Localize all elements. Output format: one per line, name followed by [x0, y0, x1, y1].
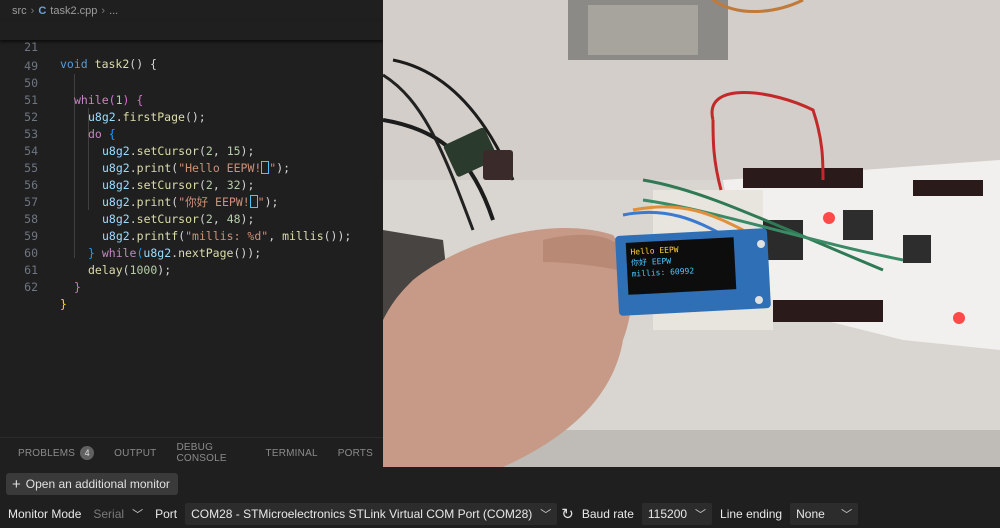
chevron-right-icon: ›	[101, 5, 106, 17]
tab-terminal[interactable]: TERMINAL	[256, 438, 328, 468]
code-line[interactable]: 54 u8g2.print("Hello EEPW! ");	[0, 126, 383, 175]
tab-problems[interactable]: PROBLEMS 4	[0, 438, 104, 468]
code-line[interactable]: 56 u8g2.print("你好 EEPW! ");	[0, 160, 383, 209]
code-text: () {	[129, 57, 157, 71]
code-line[interactable]: 49	[0, 41, 383, 73]
port-select[interactable]: COM28 - STMicroelectronics STLink Virtua…	[185, 503, 558, 525]
select-value: None	[796, 507, 825, 521]
code-line[interactable]: 57 u8g2.setCursor(2, 48);	[0, 177, 383, 226]
chevron-down-icon: ﹀	[540, 509, 552, 521]
button-label: Open an additional monitor	[25, 477, 170, 491]
baud-rate-label: Baud rate	[581, 507, 634, 521]
problems-count-badge: 4	[80, 446, 95, 460]
tab-output[interactable]: OUTPUT	[104, 438, 166, 468]
code-line[interactable]: 60 delay(1000);	[0, 228, 383, 277]
plus-icon: +	[12, 475, 21, 493]
function-token: task2	[94, 57, 130, 71]
code-text: }	[74, 280, 81, 294]
breadcrumb-file[interactable]: task2.cpp	[50, 5, 97, 17]
chevron-down-icon: ﹀	[695, 509, 707, 521]
code-line[interactable]: 51 u8g2.firstPage();	[0, 75, 383, 124]
hardware-photo: Hello EEPW 你好 EEPW millis: 60992	[383, 0, 1000, 467]
code-line[interactable]: 59 } while(u8g2.nextPage());	[0, 211, 383, 260]
tab-label: OUTPUT	[114, 447, 157, 459]
tab-label: PROBLEMS	[18, 447, 76, 459]
chevron-right-icon: ›	[30, 5, 35, 17]
line-number: 62	[24, 280, 38, 294]
monitor-mode-label: Monitor Mode	[8, 507, 82, 521]
code-line[interactable]: 52 do {	[0, 92, 383, 141]
line-number: 21	[24, 40, 38, 54]
code-line[interactable]: 50 while(1) {	[0, 58, 383, 107]
line-ending-select[interactable]: None ﹀	[790, 503, 859, 525]
code-line[interactable]: 55 u8g2.setCursor(2, 32);	[0, 143, 383, 192]
refresh-icon[interactable]: ↻	[561, 505, 574, 523]
select-value: COM28 - STMicroelectronics STLink Virtua…	[191, 507, 533, 521]
breadcrumb: src › C task2.cpp › ...	[0, 0, 383, 22]
select-value: Serial	[93, 507, 125, 521]
panel-tab-bar: PROBLEMS 4 OUTPUT DEBUG CONSOLE TERMINAL…	[0, 437, 383, 468]
sticky-scroll-header[interactable]: 21 void task2() {	[0, 22, 383, 71]
tab-debug-console[interactable]: DEBUG CONSOLE	[166, 438, 255, 468]
code-line[interactable]: 61 }	[0, 245, 383, 294]
code-line[interactable]: 58 u8g2.printf("millis: %d", millis());	[0, 194, 383, 243]
tab-ports[interactable]: PORTS	[328, 438, 383, 468]
tab-label: TERMINAL	[265, 447, 318, 459]
cpp-file-icon: C	[38, 5, 47, 17]
monitor-toolbar: Monitor Mode Serial ﹀ Port COM28 - STMic…	[0, 500, 1000, 528]
code-text: }	[60, 297, 67, 311]
tab-label: DEBUG CONSOLE	[176, 442, 227, 464]
tab-label: PORTS	[337, 447, 373, 459]
breadcrumb-more[interactable]: ...	[109, 5, 118, 17]
breadcrumb-folder[interactable]: src	[12, 5, 27, 17]
line-ending-label: Line ending	[720, 507, 783, 521]
open-additional-monitor-button[interactable]: + Open an additional monitor	[6, 473, 178, 495]
select-value: 115200	[647, 507, 688, 521]
monitor-mode-select[interactable]: Serial ﹀	[89, 503, 147, 525]
code-line[interactable]: 62 }	[0, 262, 383, 311]
baud-rate-select[interactable]: 115200 ﹀	[641, 503, 713, 525]
keyword-token: void	[60, 57, 88, 71]
chevron-down-icon: ﹀	[132, 509, 144, 521]
chevron-down-icon: ﹀	[841, 509, 853, 521]
code-line[interactable]: 53 u8g2.setCursor(2, 15);	[0, 109, 383, 158]
code-editor[interactable]: src › C task2.cpp › ... 21 void task2() …	[0, 0, 383, 437]
port-label: Port	[155, 507, 178, 521]
